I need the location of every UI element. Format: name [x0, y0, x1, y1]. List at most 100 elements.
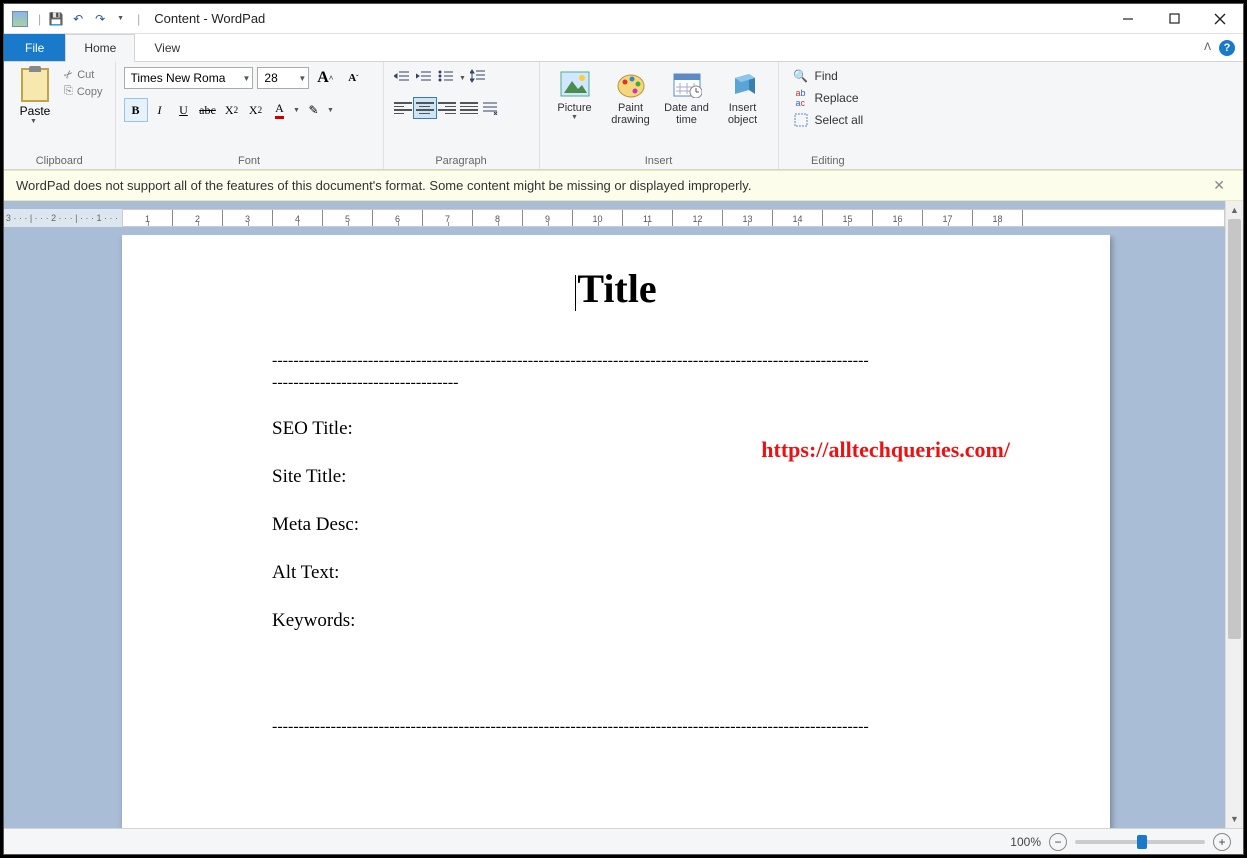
scroll-thumb[interactable]: [1228, 219, 1241, 639]
document-area: 3 · · · | · · · 2 · · · | · · · 1 · · · …: [4, 201, 1243, 828]
slider-thumb[interactable]: [1137, 835, 1147, 849]
decrease-indent-button[interactable]: [392, 66, 414, 86]
chevron-down-icon: ▼: [243, 74, 251, 83]
underline-button[interactable]: U: [172, 98, 196, 122]
insert-picture-button[interactable]: Picture▼: [548, 66, 602, 123]
warning-text: WordPad does not support all of the feat…: [16, 178, 751, 193]
strikethrough-button[interactable]: abc: [196, 98, 220, 122]
group-label: Font: [124, 153, 375, 167]
zoom-level: 100%: [1010, 835, 1041, 849]
redo-icon: ↷: [95, 12, 105, 26]
minimize-button[interactable]: [1105, 4, 1151, 34]
zoom-in-button[interactable]: +: [1213, 833, 1231, 851]
maximize-button[interactable]: [1151, 4, 1197, 34]
object-icon: [727, 68, 759, 100]
scissors-icon: ✂: [61, 67, 77, 83]
group-insert: Picture▼ Paint drawing Date and time Ins…: [540, 62, 779, 169]
undo-icon: ↶: [73, 12, 83, 26]
document-field: Alt Text:: [272, 562, 960, 584]
document-page[interactable]: Title ----------------------------------…: [122, 235, 1110, 828]
shrink-font-button[interactable]: Aˇ: [341, 66, 365, 90]
tab-file[interactable]: File: [4, 34, 65, 61]
insert-object-button[interactable]: Insert object: [716, 66, 770, 128]
font-size-combo[interactable]: 28▼: [257, 67, 309, 89]
group-clipboard: Paste ▼ ✂Cut ⎘Copy Clipboard: [4, 62, 116, 169]
replace-icon: abac: [793, 90, 809, 106]
group-font: Times New Roma▼ 28▼ A^ Aˇ B I U abc X2 X…: [116, 62, 384, 169]
close-button[interactable]: [1197, 4, 1243, 34]
separator-line: ----------------------------------------…: [272, 718, 960, 736]
group-editing: 🔍Find abacReplace Select all Editing: [779, 62, 878, 169]
document-title: Title: [272, 265, 960, 312]
highlighter-icon: ✎: [308, 103, 318, 118]
copy-icon: ⎘: [64, 85, 73, 98]
find-button[interactable]: 🔍Find: [787, 66, 870, 86]
separator-line: -----------------------------------: [272, 374, 960, 392]
palette-icon: [615, 68, 647, 100]
window-title: Content - WordPad: [154, 11, 265, 26]
superscript-button[interactable]: X2: [244, 98, 268, 122]
title-bar: | 💾 ↶ ↷ ▼ | Content - WordPad: [4, 4, 1243, 34]
font-color-button[interactable]: A: [268, 98, 292, 122]
qat-customize-button[interactable]: ▼: [111, 8, 133, 30]
find-icon: 🔍: [793, 68, 809, 84]
highlight-dropdown[interactable]: ▼: [326, 98, 336, 122]
chevron-down-icon: ▼: [570, 114, 580, 121]
copy-button[interactable]: ⎘Copy: [60, 83, 107, 100]
ribbon-tabs: File Home View ᐱ ?: [4, 34, 1243, 62]
align-right-button[interactable]: [436, 98, 458, 118]
dismiss-warning-button[interactable]: ✕: [1207, 177, 1231, 194]
replace-button[interactable]: abacReplace: [787, 88, 870, 108]
paragraph-dialog-button[interactable]: [480, 98, 502, 118]
tab-home[interactable]: Home: [65, 34, 135, 62]
paint-drawing-button[interactable]: Paint drawing: [604, 66, 658, 128]
watermark-url: https://alltechqueries.com/: [761, 437, 1010, 463]
italic-button[interactable]: I: [148, 98, 172, 122]
align-center-button[interactable]: [414, 98, 436, 118]
group-label: Editing: [787, 153, 870, 167]
tab-view[interactable]: View: [135, 34, 199, 61]
horizontal-ruler[interactable]: 3 · · · | · · · 2 · · · | · · · 1 · · · …: [4, 209, 1225, 227]
group-label: Clipboard: [12, 153, 107, 167]
cut-button[interactable]: ✂Cut: [60, 66, 107, 83]
paste-button[interactable]: Paste ▼: [12, 66, 58, 127]
grow-font-button[interactable]: A^: [313, 66, 337, 90]
highlight-button[interactable]: ✎: [302, 98, 326, 122]
wordpad-app-icon: [12, 11, 28, 27]
bullet-list-button[interactable]: [436, 66, 458, 86]
compatibility-warning: WordPad does not support all of the feat…: [4, 170, 1243, 201]
subscript-button[interactable]: X2: [220, 98, 244, 122]
date-time-button[interactable]: Date and time: [660, 66, 714, 128]
status-bar: 100% − +: [4, 828, 1243, 854]
help-button[interactable]: ?: [1219, 40, 1235, 56]
chevron-down-icon: ▼: [30, 118, 40, 125]
document-field: Site Title:: [272, 466, 960, 488]
font-family-combo[interactable]: Times New Roma▼: [124, 67, 254, 89]
collapse-ribbon-button[interactable]: ᐱ: [1204, 42, 1211, 53]
select-all-button[interactable]: Select all: [787, 110, 870, 130]
redo-button[interactable]: ↷: [89, 8, 111, 30]
align-justify-button[interactable]: [458, 98, 480, 118]
group-paragraph: ▼ Paragraph: [384, 62, 540, 169]
calendar-icon: [671, 68, 703, 100]
document-field: Meta Desc:: [272, 514, 960, 536]
select-all-icon: [793, 112, 809, 128]
chevron-down-icon: ▼: [298, 74, 306, 83]
align-left-button[interactable]: [392, 98, 414, 118]
save-icon: 💾: [49, 12, 64, 26]
scroll-down-button[interactable]: ▼: [1226, 810, 1243, 828]
bold-button[interactable]: B: [124, 98, 148, 122]
vertical-scrollbar[interactable]: ▲ ▼: [1225, 201, 1243, 828]
separator-line: ----------------------------------------…: [272, 352, 960, 370]
group-label: Paragraph: [392, 153, 531, 167]
scroll-up-button[interactable]: ▲: [1226, 201, 1243, 219]
font-color-dropdown[interactable]: ▼: [292, 98, 302, 122]
line-spacing-button[interactable]: [468, 66, 490, 86]
increase-indent-button[interactable]: [414, 66, 436, 86]
clipboard-icon: [21, 68, 49, 102]
zoom-slider[interactable]: [1075, 840, 1205, 844]
zoom-out-button[interactable]: −: [1049, 833, 1067, 851]
save-button[interactable]: 💾: [45, 8, 67, 30]
undo-button[interactable]: ↶: [67, 8, 89, 30]
list-dropdown[interactable]: ▼: [458, 66, 468, 90]
